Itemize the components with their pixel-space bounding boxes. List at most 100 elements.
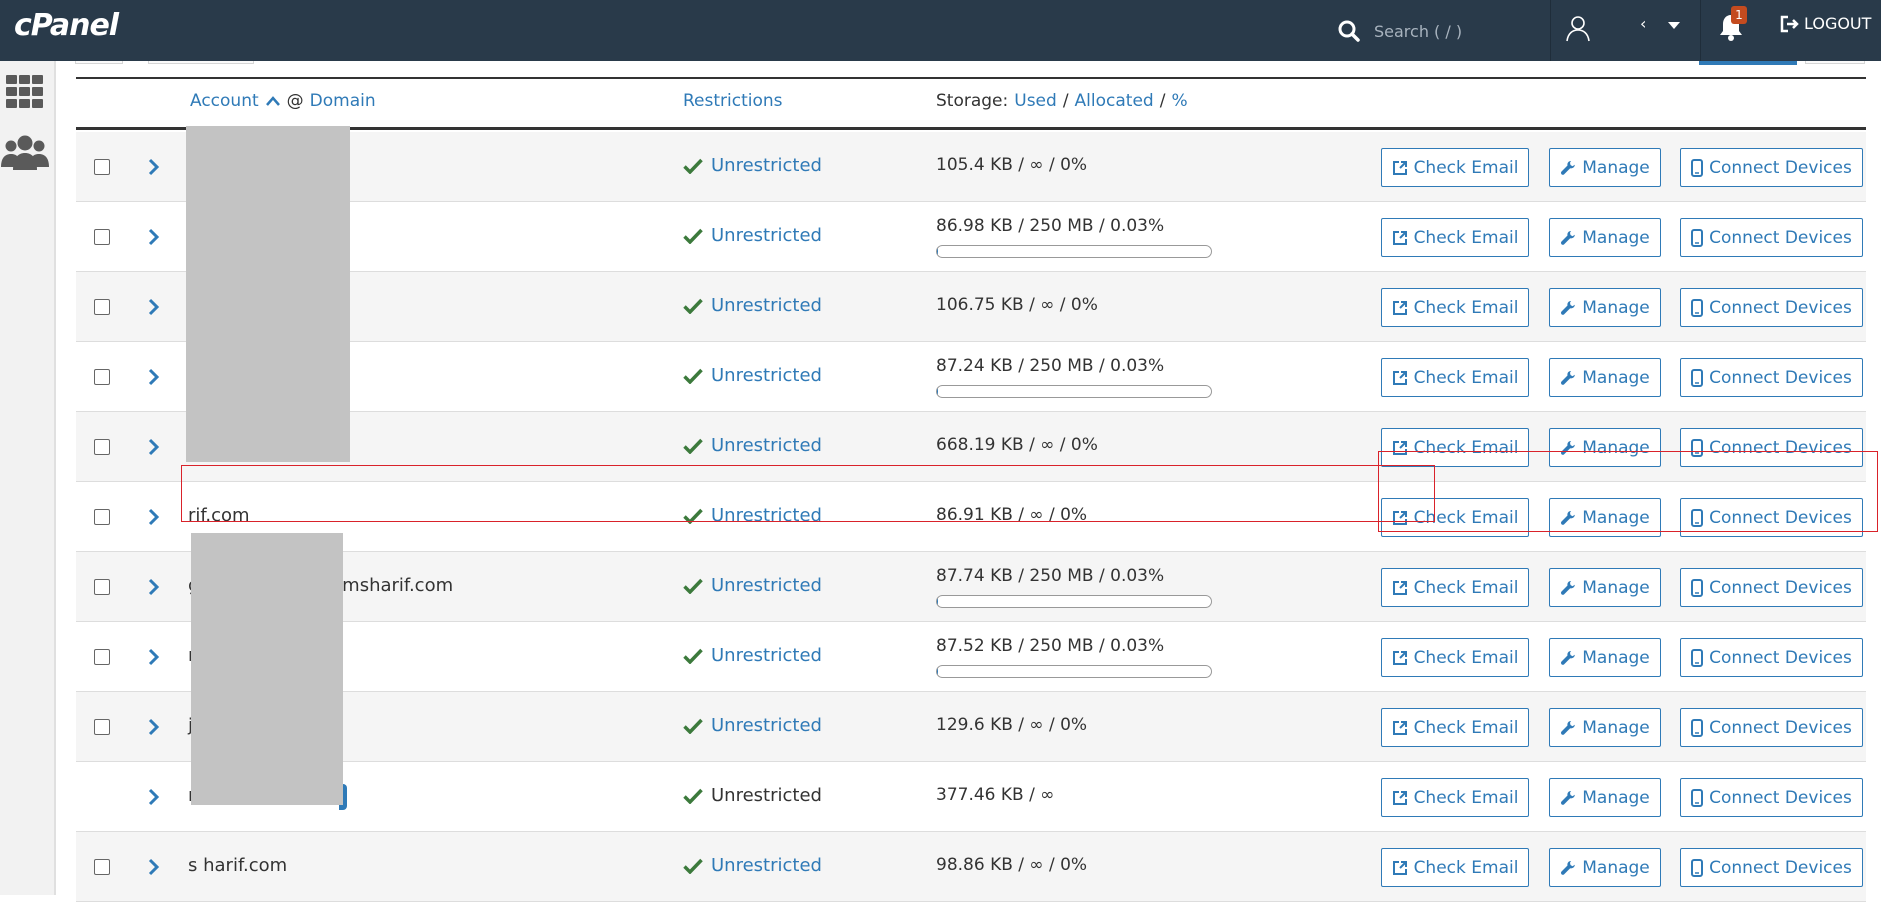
chevron-right-icon[interactable] bbox=[148, 507, 160, 527]
check-email-button[interactable]: Check Email bbox=[1381, 638, 1529, 677]
external-link-icon bbox=[1392, 370, 1408, 386]
check-email-button[interactable]: Check Email bbox=[1381, 288, 1529, 327]
users-icon[interactable] bbox=[0, 133, 50, 175]
wrench-icon bbox=[1560, 300, 1576, 316]
manage-button[interactable]: Manage bbox=[1549, 848, 1661, 887]
check-email-button[interactable]: Check Email bbox=[1381, 708, 1529, 747]
storage-progress-bar bbox=[936, 665, 1212, 678]
check-email-label: Check Email bbox=[1414, 648, 1519, 668]
grid-icon[interactable] bbox=[4, 71, 46, 113]
separator: / bbox=[1160, 91, 1166, 111]
row-select-checkbox[interactable] bbox=[94, 859, 110, 875]
manage-button[interactable]: Manage bbox=[1549, 218, 1661, 257]
connect-devices-button[interactable]: Connect Devices bbox=[1680, 428, 1863, 467]
manage-label: Manage bbox=[1582, 788, 1650, 808]
manage-label: Manage bbox=[1582, 718, 1650, 738]
restriction-status[interactable]: Unrestricted bbox=[683, 225, 822, 246]
sort-asc-icon[interactable] bbox=[265, 95, 281, 107]
restriction-status[interactable]: Unrestricted bbox=[683, 505, 822, 526]
table-row: rUnrestricted377.46 KB / ∞Check EmailMan… bbox=[76, 762, 1866, 832]
external-link-icon bbox=[1392, 300, 1408, 316]
connect-devices-button[interactable]: Connect Devices bbox=[1680, 778, 1863, 817]
chevron-right-icon[interactable] bbox=[148, 857, 160, 877]
connect-devices-button[interactable]: Connect Devices bbox=[1680, 218, 1863, 257]
check-email-button[interactable]: Check Email bbox=[1381, 428, 1529, 467]
sort-domain-link[interactable]: Domain bbox=[310, 91, 376, 111]
manage-label: Manage bbox=[1582, 508, 1650, 528]
chevron-right-icon[interactable] bbox=[148, 157, 160, 177]
manage-button[interactable]: Manage bbox=[1549, 358, 1661, 397]
check-email-button[interactable]: Check Email bbox=[1381, 498, 1529, 537]
sort-account-link[interactable]: Account bbox=[190, 91, 259, 111]
manage-button[interactable]: Manage bbox=[1549, 288, 1661, 327]
row-select-checkbox[interactable] bbox=[94, 229, 110, 245]
connect-devices-button[interactable]: Connect Devices bbox=[1680, 498, 1863, 537]
chevron-right-icon[interactable] bbox=[148, 297, 160, 317]
connect-devices-button[interactable]: Connect Devices bbox=[1680, 708, 1863, 747]
connect-devices-button[interactable]: Connect Devices bbox=[1680, 568, 1863, 607]
restriction-status[interactable]: Unrestricted bbox=[683, 715, 822, 736]
manage-button[interactable]: Manage bbox=[1549, 498, 1661, 537]
restriction-label: Unrestricted bbox=[711, 155, 822, 176]
chevron-right-icon[interactable] bbox=[148, 437, 160, 457]
chevron-right-icon[interactable] bbox=[148, 647, 160, 667]
connect-devices-button[interactable]: Connect Devices bbox=[1680, 638, 1863, 677]
row-select-checkbox[interactable] bbox=[94, 299, 110, 315]
sort-allocated-link[interactable]: Allocated bbox=[1075, 91, 1154, 111]
chevron-right-icon[interactable] bbox=[148, 227, 160, 247]
external-link-icon bbox=[1392, 440, 1408, 456]
chevron-right-icon[interactable] bbox=[148, 787, 160, 807]
connect-devices-label: Connect Devices bbox=[1709, 438, 1852, 458]
external-link-icon bbox=[1392, 720, 1408, 736]
manage-button[interactable]: Manage bbox=[1549, 778, 1661, 817]
row-select-checkbox[interactable] bbox=[94, 369, 110, 385]
restriction-status[interactable]: Unrestricted bbox=[683, 365, 822, 386]
check-email-button[interactable]: Check Email bbox=[1381, 848, 1529, 887]
manage-button[interactable]: Manage bbox=[1549, 568, 1661, 607]
toolbar-stub-primary[interactable] bbox=[1699, 61, 1797, 65]
chevron-right-icon[interactable] bbox=[148, 577, 160, 597]
sort-used-link[interactable]: Used bbox=[1014, 91, 1057, 111]
row-select-checkbox[interactable] bbox=[94, 719, 110, 735]
row-select-checkbox[interactable] bbox=[94, 509, 110, 525]
check-email-button[interactable]: Check Email bbox=[1381, 568, 1529, 607]
row-select-checkbox[interactable] bbox=[94, 649, 110, 665]
manage-button[interactable]: Manage bbox=[1549, 708, 1661, 747]
check-email-button[interactable]: Check Email bbox=[1381, 778, 1529, 817]
check-email-button[interactable]: Check Email bbox=[1381, 148, 1529, 187]
storage-usage: 129.6 KB / ∞ / 0% bbox=[936, 715, 1087, 735]
restriction-status[interactable]: Unrestricted bbox=[683, 155, 822, 176]
row-select-checkbox[interactable] bbox=[94, 159, 110, 175]
restriction-status[interactable]: Unrestricted bbox=[683, 435, 822, 456]
restriction-status[interactable]: Unrestricted bbox=[683, 575, 822, 596]
wrench-icon bbox=[1560, 790, 1576, 806]
restriction-status[interactable]: Unrestricted bbox=[683, 645, 822, 666]
search-box[interactable] bbox=[1338, 12, 1548, 50]
manage-button[interactable]: Manage bbox=[1549, 638, 1661, 677]
search-input[interactable] bbox=[1372, 21, 1542, 42]
chevron-down-icon[interactable] bbox=[1668, 22, 1680, 29]
check-email-button[interactable]: Check Email bbox=[1381, 218, 1529, 257]
manage-button[interactable]: Manage bbox=[1549, 428, 1661, 467]
cpanel-logo[interactable]: cPanel bbox=[14, 8, 118, 43]
redaction-block bbox=[186, 126, 350, 462]
check-email-button[interactable]: Check Email bbox=[1381, 358, 1529, 397]
restriction-status[interactable]: Unrestricted bbox=[683, 295, 822, 316]
chevron-right-icon[interactable] bbox=[148, 717, 160, 737]
logout-button[interactable]: LOGOUT bbox=[1780, 14, 1871, 33]
sort-restrictions-link[interactable]: Restrictions bbox=[683, 91, 783, 111]
sort-percent-link[interactable]: % bbox=[1171, 91, 1187, 111]
restriction-label: Unrestricted bbox=[711, 505, 822, 526]
chevron-right-icon[interactable] bbox=[148, 367, 160, 387]
connect-devices-button[interactable]: Connect Devices bbox=[1680, 848, 1863, 887]
row-select-checkbox[interactable] bbox=[94, 579, 110, 595]
connect-devices-button[interactable]: Connect Devices bbox=[1680, 148, 1863, 187]
check-email-label: Check Email bbox=[1414, 578, 1519, 598]
row-select-checkbox[interactable] bbox=[94, 439, 110, 455]
user-icon[interactable] bbox=[1563, 14, 1593, 44]
connect-devices-button[interactable]: Connect Devices bbox=[1680, 288, 1863, 327]
manage-button[interactable]: Manage bbox=[1549, 148, 1661, 187]
username-label[interactable]: ‹ bbox=[1640, 14, 1646, 33]
connect-devices-button[interactable]: Connect Devices bbox=[1680, 358, 1863, 397]
restriction-status[interactable]: Unrestricted bbox=[683, 855, 822, 876]
